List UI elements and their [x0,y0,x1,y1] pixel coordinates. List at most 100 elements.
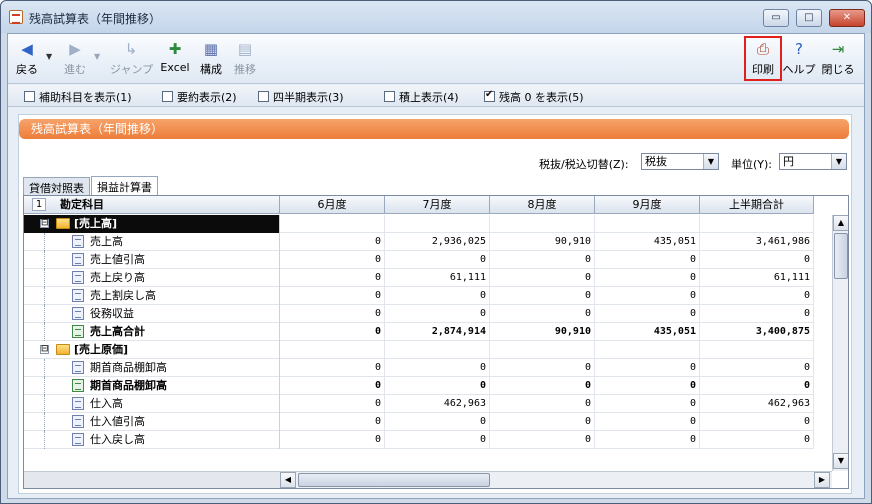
amount-cell[interactable]: 0 [280,359,385,377]
amount-cell[interactable]: 0 [595,287,700,305]
amount-cell[interactable] [490,341,595,359]
table-row[interactable]: 売上戻り高 0 61,111 0 0 61,111 [24,269,814,287]
table-row[interactable]: 売上割戻し高 0 0 0 0 0 [24,287,814,305]
amount-cell[interactable]: 90,910 [490,323,595,341]
amount-cell[interactable]: 0 [490,287,595,305]
amount-cell[interactable]: 0 [490,377,595,395]
amount-cell[interactable]: 0 [280,233,385,251]
account-name-cell[interactable]: 期首商品棚卸高 [24,377,280,395]
excel-button[interactable]: ✚ Excel [158,38,192,80]
forward-dropdown-icon[interactable]: ▼ [94,52,100,61]
jump-button[interactable]: ↳ ジャンプ [110,38,153,80]
compose-button[interactable]: ▦ 構成 [196,38,226,80]
table-row[interactable]: 売上値引高 0 0 0 0 0 [24,251,814,269]
amount-cell[interactable]: 0 [385,413,490,431]
help-button[interactable]: ? ヘルプ [782,38,816,80]
amount-cell[interactable]: 0 [595,395,700,413]
quarterly-view-checkbox[interactable]: 四半期表示(3) [258,89,344,105]
account-name-cell[interactable]: 売上高合計 [24,323,280,341]
column-header-0[interactable]: 6月度 [280,196,385,214]
account-name-cell[interactable]: 仕入値引高 [24,413,280,431]
minimize-button[interactable]: ▭ [763,9,789,27]
account-name-cell[interactable]: 仕入戻し高 [24,431,280,449]
amount-cell[interactable]: 0 [700,377,814,395]
amount-cell[interactable]: 0 [280,251,385,269]
collapse-toggle-icon[interactable]: ⊟ [40,345,49,354]
amount-cell[interactable]: 0 [385,431,490,449]
amount-cell[interactable]: 0 [490,305,595,323]
amount-cell[interactable]: 2,874,914 [385,323,490,341]
amount-cell[interactable] [385,341,490,359]
amount-cell[interactable]: 0 [280,377,385,395]
tab-balance-sheet[interactable]: 貸借対照表 [23,177,90,195]
amount-cell[interactable]: 0 [385,251,490,269]
tab-income-statement[interactable]: 損益計算書 [91,176,158,195]
amount-cell[interactable]: 435,051 [595,233,700,251]
amount-cell[interactable]: 0 [595,251,700,269]
account-name-cell[interactable]: 売上戻り高 [24,269,280,287]
account-name-cell[interactable]: 期首商品棚卸高 [24,359,280,377]
amount-cell[interactable]: 0 [490,359,595,377]
amount-cell[interactable]: 0 [700,359,814,377]
scroll-up-icon[interactable]: ▲ [833,215,848,231]
amount-cell[interactable]: 0 [700,431,814,449]
account-name-cell[interactable]: 売上高 [24,233,280,251]
horizontal-scroll-thumb[interactable] [298,473,490,487]
back-button[interactable]: ◀ 戻る [12,38,42,80]
account-column-header[interactable]: 1 勘定科目 [24,196,280,214]
amount-cell[interactable]: 0 [490,395,595,413]
amount-cell[interactable]: 0 [700,413,814,431]
amount-cell[interactable]: 2,936,025 [385,233,490,251]
amount-cell[interactable] [280,341,385,359]
amount-cell[interactable]: 0 [280,431,385,449]
amount-cell[interactable]: 0 [595,377,700,395]
amount-cell[interactable]: 61,111 [385,269,490,287]
column-header-1[interactable]: 7月度 [385,196,490,214]
group-row[interactable]: ⊟ [売上高] [24,215,814,233]
collapse-toggle-icon[interactable]: ⊟ [40,219,49,228]
level-indicator[interactable]: 1 [32,198,46,211]
scroll-right-icon[interactable]: ▶ [814,472,830,488]
amount-cell[interactable]: 0 [385,377,490,395]
account-name-cell[interactable]: 役務収益 [24,305,280,323]
vertical-scrollbar[interactable]: ▲ ▼ [832,215,848,471]
amount-cell[interactable]: 0 [595,413,700,431]
maximize-button[interactable]: □ [796,9,822,27]
amount-cell[interactable]: 0 [490,269,595,287]
amount-cell[interactable]: 0 [595,305,700,323]
back-dropdown-icon[interactable]: ▼ [46,52,52,61]
horizontal-scrollbar[interactable]: ◀ ▶ [280,471,832,488]
account-name-cell[interactable]: 仕入高 [24,395,280,413]
column-header-4[interactable]: 上半期合計 [700,196,814,214]
amount-cell[interactable] [595,215,700,233]
amount-cell[interactable]: 90,910 [490,233,595,251]
amount-cell[interactable] [280,215,385,233]
amount-cell[interactable] [385,215,490,233]
amount-cell[interactable]: 0 [700,251,814,269]
tax-switch-select[interactable]: 税抜 ▼ [641,153,719,170]
table-row[interactable]: 仕入戻し高 0 0 0 0 0 [24,431,814,449]
amount-cell[interactable]: 61,111 [700,269,814,287]
summary-view-checkbox[interactable]: 要約表示(2) [162,89,237,105]
total-row[interactable]: 期首商品棚卸高 0 0 0 0 0 [24,377,814,395]
amount-cell[interactable]: 0 [700,287,814,305]
account-name-cell[interactable]: ⊟ [売上原価] [24,341,280,359]
amount-cell[interactable]: 3,400,875 [700,323,814,341]
close-button[interactable]: ⇥ 閉じる [820,38,856,80]
amount-cell[interactable]: 0 [385,287,490,305]
amount-cell[interactable]: 435,051 [595,323,700,341]
amount-cell[interactable] [700,215,814,233]
amount-cell[interactable]: 0 [280,323,385,341]
amount-cell[interactable]: 0 [280,269,385,287]
amount-cell[interactable] [595,341,700,359]
account-name-cell[interactable]: 売上値引高 [24,251,280,269]
amount-cell[interactable] [700,341,814,359]
scroll-left-icon[interactable]: ◀ [280,472,296,488]
print-button[interactable]: ⎙ 印刷 [746,38,780,80]
cumulative-view-checkbox[interactable]: 積上表示(4) [384,89,459,105]
amount-cell[interactable]: 0 [595,269,700,287]
amount-cell[interactable]: 0 [280,305,385,323]
amount-cell[interactable]: 462,963 [700,395,814,413]
amount-cell[interactable]: 0 [385,359,490,377]
scroll-down-icon[interactable]: ▼ [833,453,848,469]
